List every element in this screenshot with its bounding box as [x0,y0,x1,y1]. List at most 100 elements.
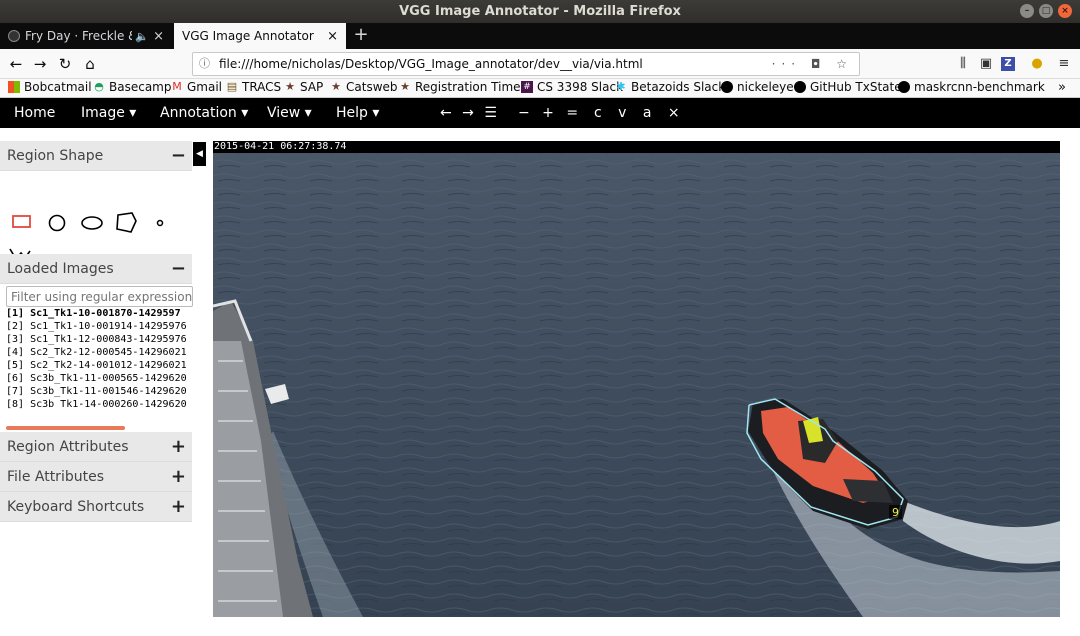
windows-icon [8,81,20,93]
left-sidebar: Region Shape − Loaded Images − [1] Sc1_T… [0,141,193,522]
image-list-scrollbar[interactable] [6,426,125,430]
gmail-icon: M [172,80,182,93]
file-attributes-title: File Attributes [7,469,104,485]
close-window-icon[interactable]: × [1058,4,1072,18]
tab-close-icon[interactable]: × [153,29,164,44]
new-tab-icon[interactable]: + [350,23,372,49]
image-list-item[interactable]: [3] Sc1_Tk1-12-000843-1429597608 [6,333,186,346]
polygon-shape-icon[interactable] [114,211,138,235]
image-list-item[interactable]: [1] Sc1_Tk1-10-001870-1429597 [6,307,186,320]
image-list-item[interactable]: [7] Sc3b_Tk1-11-001546-1429620123 [6,385,186,398]
region-shape-header[interactable]: Region Shape − [0,141,192,171]
zoom-tools[interactable]: − + = [518,98,582,128]
loaded-images-list: [1] Sc1_Tk1-10-001870-1429597 [2] Sc1_Tk… [6,307,186,409]
star-icon: ★ [285,80,295,93]
tab-vgg-image-annotator[interactable]: VGG Image Annotator × [174,23,346,49]
file-attributes-header[interactable]: File Attributes + [0,462,192,492]
tab-fry-day[interactable]: Fry Day · Freckle & Pet 🔈 × [0,23,172,49]
zotero-icon[interactable]: Z [1001,57,1015,71]
window-title: VGG Image Annotator - Mozilla Firefox [399,4,681,19]
star-icon: ★ [400,80,410,93]
collapse-icon[interactable]: − [171,254,186,284]
rectangle-shape-icon[interactable] [12,215,32,229]
tab-strip: Fry Day · Freckle & Pet 🔈 × VGG Image An… [0,23,1080,49]
bookmark-catsweb[interactable]: ★ Catsweb [330,80,397,94]
image-list-item[interactable]: [8] Sc3b_Tk1-14-000260-1429620063 [6,398,186,409]
image-list-item[interactable]: [2] Sc1_Tk1-10-001914-1429597660 [6,320,186,333]
bookmark-tracs[interactable]: ▤ TRACS [226,80,281,94]
forward-icon[interactable]: → [28,52,52,76]
menu-image[interactable]: Image ▾ [81,98,136,128]
bookmarks-toolbar: Bobcatmail ◓ Basecamp M Gmail ▤ TRACS ★ … [0,79,1080,98]
bookmark-maskrcnn-benchmark[interactable]: maskrcnn-benchmark [898,80,1045,94]
window-controls: – □ × [1020,4,1072,18]
url-text: file:///home/nicholas/Desktop/VGG_Image_… [219,57,643,71]
home-icon[interactable]: ⌂ [78,52,102,76]
region-id-label: 9 [892,506,899,519]
site-info-icon[interactable]: ⓘ [199,53,210,75]
collapse-sidebar-button[interactable]: ◀ [193,142,206,166]
tab-label: Fry Day · Freckle & Pet [25,29,132,43]
collapse-icon[interactable]: − [171,141,186,171]
basecamp-icon: ◓ [94,80,104,93]
loaded-images-title: Loaded Images [7,261,114,277]
region-attributes-title: Region Attributes [7,439,129,455]
image-filter-input[interactable] [6,286,193,307]
menu-annotation[interactable]: Annotation ▾ [160,98,248,128]
via-top-menu: Home Image ▾ Annotation ▾ View ▾ Help ▾ … [0,98,1080,128]
tab-label: VGG Image Annotator [182,29,314,43]
image-list-item[interactable]: [5] Sc2_Tk2-14-001012-1429602155 [6,359,186,372]
reload-icon[interactable]: ↻ [53,52,77,76]
sidebar-icon[interactable]: ▣ [976,52,996,76]
page-actions-icon[interactable]: ··· ◘ ☆ [772,53,853,75]
bookmark-sap[interactable]: ★ SAP [284,80,323,94]
circle-shape-icon[interactable] [47,214,67,232]
github-icon [898,81,910,93]
bookmark-nickeleye[interactable]: nickeleye [721,80,794,94]
region-attributes-header[interactable]: Region Attributes + [0,432,192,462]
ellipse-shape-icon[interactable] [80,216,104,230]
point-shape-icon[interactable] [155,218,165,228]
image-list-item[interactable]: [6] Sc3b_Tk1-11-000565-1429620084 [6,372,186,385]
bookmark-betazoids-slack[interactable]: ✱ Betazoids Slack [615,80,725,94]
bookmark-github-txstate[interactable]: GitHub TxState [794,80,902,94]
back-icon[interactable]: ← [4,52,28,76]
annotated-image[interactable]: 9 [213,141,1060,617]
bookmark-gmail[interactable]: M Gmail [171,80,222,94]
expand-icon[interactable]: + [171,492,186,522]
bookmark-registration-times[interactable]: ★ Registration Times [399,80,527,94]
menu-view[interactable]: View ▾ [267,98,312,128]
keyboard-shortcuts-title: Keyboard Shortcuts [7,499,145,515]
image-list-item[interactable]: [4] Sc2_Tk2-12-000545-1429602133 [6,346,186,359]
menu-icon[interactable]: ≡ [1054,52,1074,76]
region-shape-title: Region Shape [7,148,104,164]
speaker-icon[interactable]: 🔈 [135,30,149,43]
url-bar[interactable]: ⓘ file:///home/nicholas/Desktop/VGG_Imag… [192,52,860,76]
window-titlebar: VGG Image Annotator - Mozilla Firefox – … [0,0,1080,23]
github-icon [721,81,733,93]
loaded-images-header[interactable]: Loaded Images − [0,254,192,284]
bookmarks-overflow-icon[interactable]: » [1058,80,1066,95]
tracs-icon: ▤ [226,80,238,93]
minimize-icon[interactable]: – [1020,4,1034,18]
expand-icon[interactable]: + [171,432,186,462]
github-icon [794,81,806,93]
library-icon[interactable]: ⫼ [953,52,973,76]
menu-home[interactable]: Home [14,98,55,128]
slack-icon: # [521,81,533,93]
image-canvas[interactable]: 9 2015-04-21 06:27:38.74 [213,141,1060,617]
bookmark-cs3398-slack[interactable]: # CS 3398 Slack [521,80,623,94]
region-edit-tools[interactable]: c v a × [594,98,686,128]
maximize-icon[interactable]: □ [1039,4,1053,18]
bookmark-bobcatmail[interactable]: Bobcatmail [8,80,92,94]
tab-close-icon[interactable]: × [327,29,338,44]
keyboard-shortcuts-header[interactable]: Keyboard Shortcuts + [0,492,192,522]
expand-icon[interactable]: + [171,462,186,492]
extension-icon[interactable]: ● [1027,52,1047,76]
menu-help[interactable]: Help ▾ [336,98,379,128]
navigation-bar: ← → ↻ ⌂ ⓘ file:///home/nicholas/Desktop/… [0,49,1080,79]
image-navigation-tools[interactable]: ← → ☰ [440,98,500,128]
bookmark-basecamp[interactable]: ◓ Basecamp [93,80,171,94]
tab-favicon-icon [8,30,20,42]
image-timestamp: 2015-04-21 06:27:38.74 [213,141,1060,153]
